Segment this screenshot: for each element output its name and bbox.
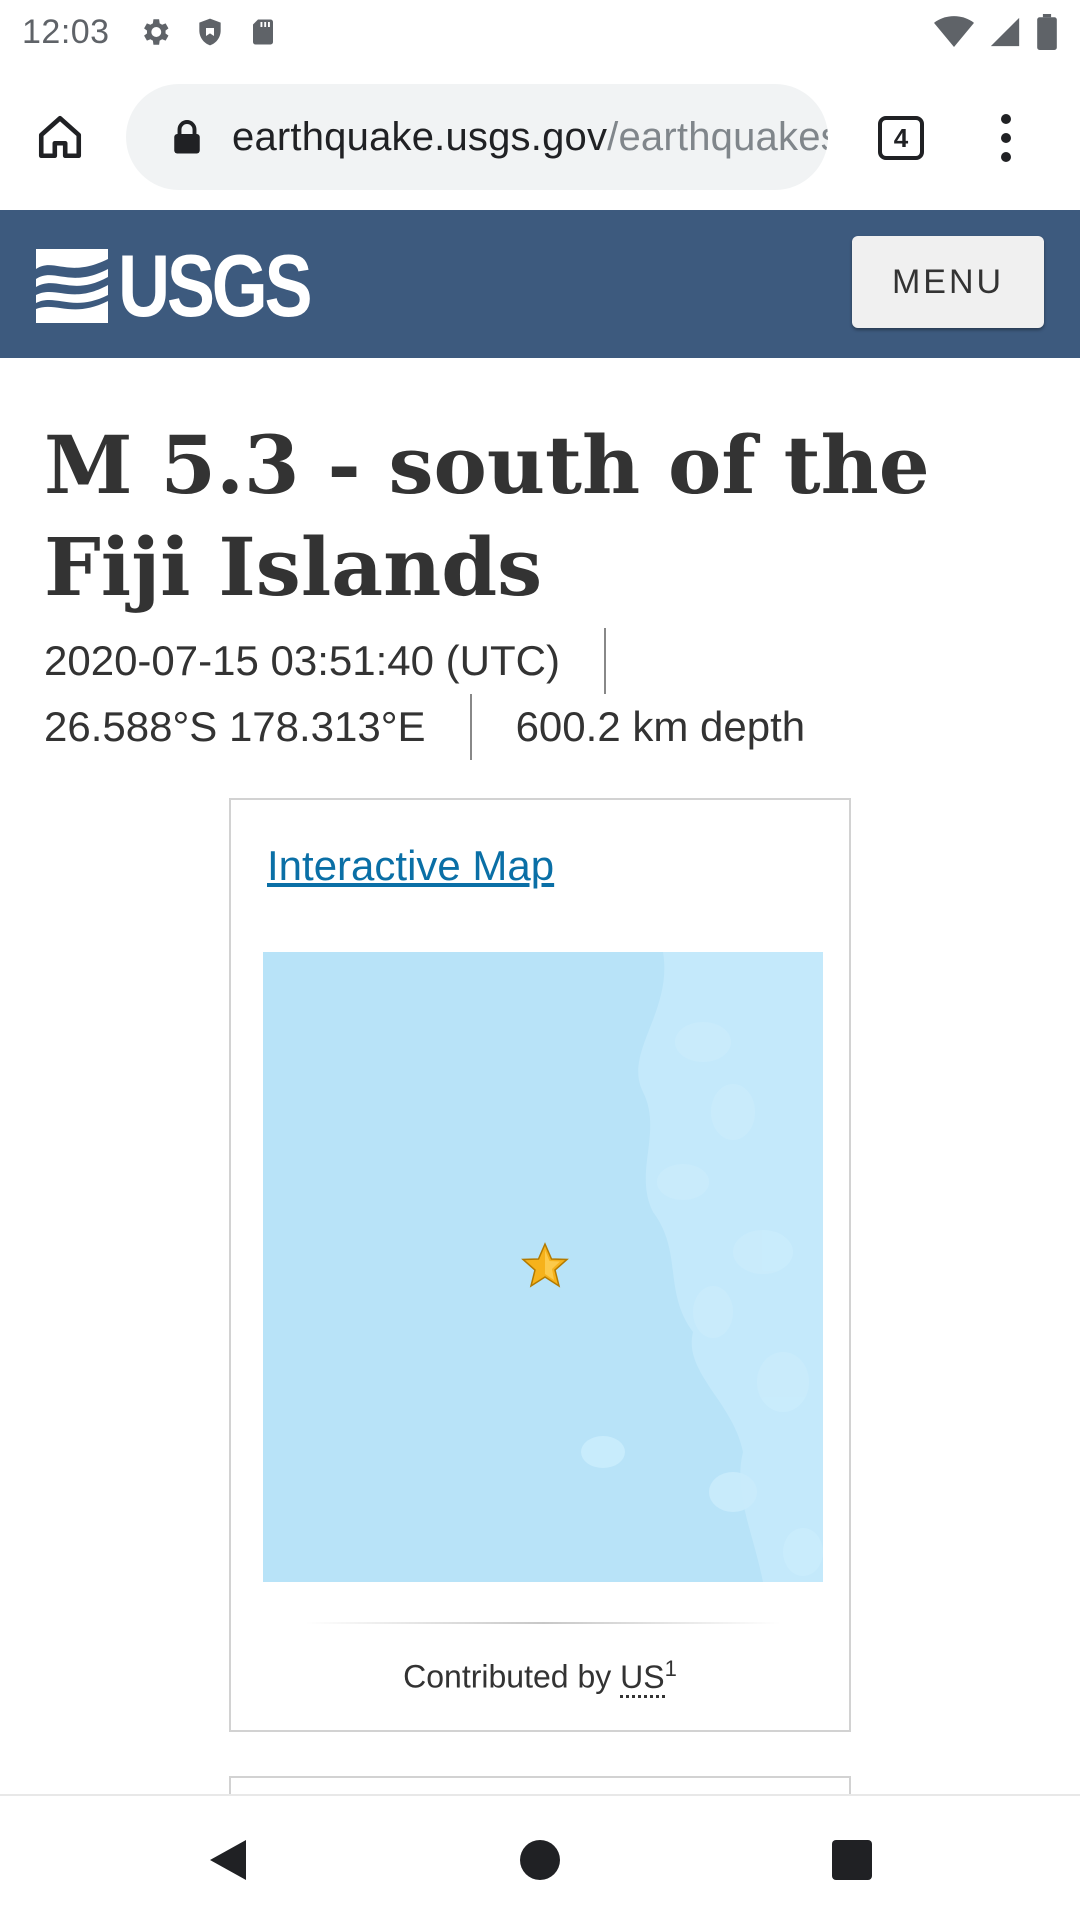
battery-icon	[1037, 14, 1057, 50]
contributor-abbr[interactable]: US	[620, 1658, 665, 1698]
interactive-map-card: Interactive Map Contributed by US1	[229, 798, 851, 1732]
sd-card-icon	[252, 19, 273, 45]
status-bar: 12:03	[0, 0, 1080, 64]
url-domain: earthquake.usgs.gov	[232, 114, 608, 159]
settings-icon	[143, 19, 169, 45]
more-options-button[interactable]	[988, 110, 1024, 166]
recents-icon[interactable]	[832, 1840, 872, 1880]
status-icons-left	[138, 15, 278, 49]
status-time: 12:03	[22, 12, 110, 51]
next-card-edge	[229, 1776, 851, 1796]
home-icon	[38, 115, 82, 159]
home-nav-icon[interactable]	[520, 1840, 560, 1880]
usgs-logo[interactable]: USGS	[36, 236, 351, 335]
event-meta-line-2: 26.588°S 178.313°E 600.2 km depth	[44, 694, 805, 760]
more-dot	[1001, 152, 1011, 162]
meta-separator	[603, 628, 606, 694]
browser-home-button[interactable]	[32, 109, 88, 165]
menu-button[interactable]: MENU	[852, 236, 1044, 328]
signal-icon	[990, 17, 1020, 47]
url-text: earthquake.usgs.gov/earthquakes/eventpag…	[232, 115, 828, 160]
interactive-map-link[interactable]: Interactive Map	[267, 842, 554, 890]
wifi-icon	[934, 16, 974, 47]
contributed-prefix: Contributed by	[403, 1658, 612, 1695]
card-divider	[305, 1622, 781, 1624]
shield-icon	[198, 18, 221, 46]
more-dot	[1001, 133, 1011, 143]
usgs-wave-icon	[36, 249, 108, 323]
browser-toolbar: earthquake.usgs.gov/earthquakes/eventpag…	[0, 64, 1080, 210]
lock-icon	[174, 120, 200, 154]
event-depth: 600.2 km depth	[515, 703, 806, 750]
event-location: 26.588°S 178.313°E	[44, 703, 426, 750]
map-thumbnail[interactable]	[263, 952, 823, 1582]
address-bar[interactable]: earthquake.usgs.gov/earthquakes/eventpag…	[126, 84, 828, 190]
contributor-footnote: 1	[664, 1656, 677, 1681]
site-header: USGS MENU	[0, 210, 1080, 358]
contributed-by: Contributed by US1	[231, 1656, 849, 1698]
meta-separator	[469, 694, 472, 760]
event-title: M 5.3 - south of the Fiji Islands	[44, 418, 930, 614]
back-icon[interactable]	[206, 1836, 250, 1884]
event-meta-line-1: 2020-07-15 03:51:40 (UTC)	[44, 628, 606, 694]
status-icons-right	[934, 0, 1058, 64]
system-nav-bar	[0, 1794, 1080, 1920]
url-path: /earthquakes/eventpage	[607, 114, 828, 159]
usgs-logo-text: USGS	[118, 236, 313, 335]
tab-switcher-button[interactable]: 4	[878, 116, 924, 160]
more-dot	[1001, 114, 1011, 124]
event-datetime: 2020-07-15 03:51:40 (UTC)	[44, 637, 560, 684]
map-graphic	[263, 952, 823, 1582]
